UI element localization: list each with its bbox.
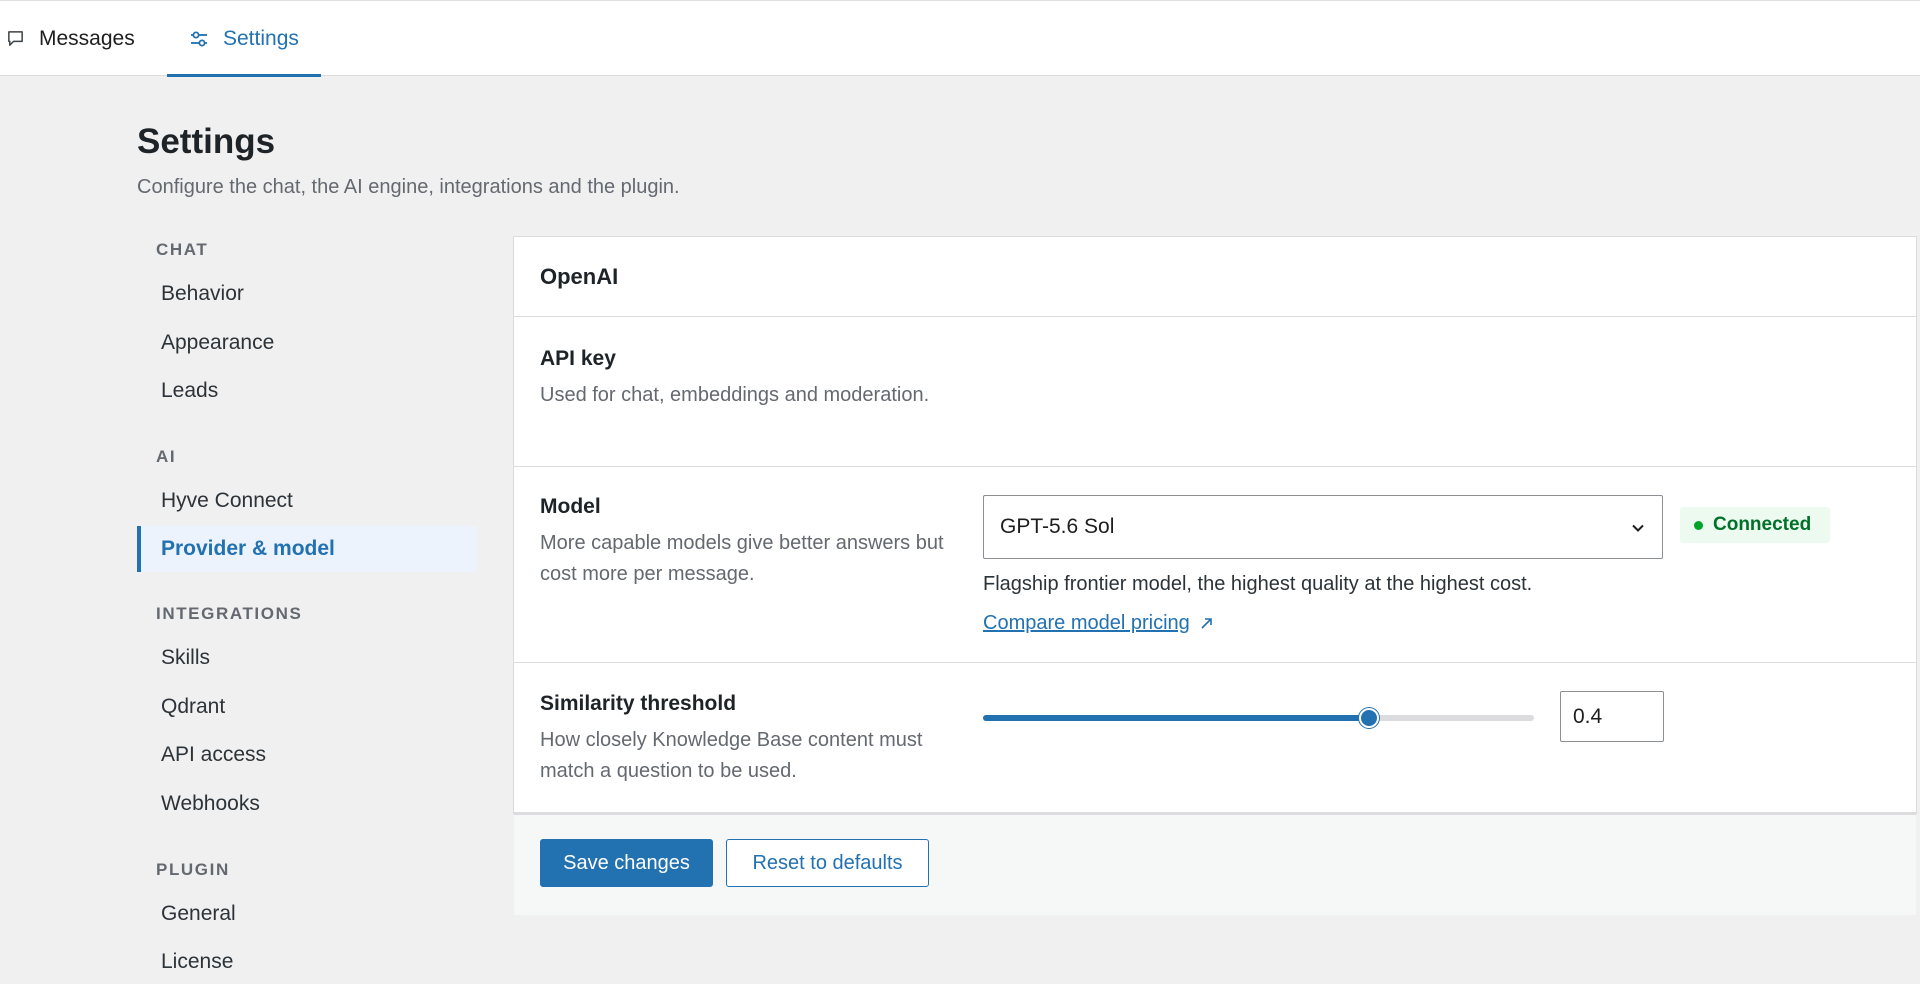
message-icon: [6, 29, 25, 48]
save-changes-button[interactable]: Save changes: [540, 839, 713, 887]
nav-item-general[interactable]: General: [137, 891, 477, 937]
nav-item-license[interactable]: License: [137, 939, 477, 984]
external-link-icon: [1200, 617, 1213, 630]
nav-group-chat: CHAT: [156, 240, 209, 259]
card-footer: Save changes Reset to defaults: [514, 814, 1916, 915]
nav-item-behavior[interactable]: Behavior: [137, 271, 477, 317]
similarity-help: How closely Knowledge Base content must …: [540, 729, 923, 782]
nav-item-webhooks[interactable]: Webhooks: [137, 781, 477, 827]
nav-group-integrations: INTEGRATIONS: [156, 604, 303, 623]
model-description: Flagship frontier model, the highest qua…: [983, 573, 1533, 595]
compare-pricing-link[interactable]: Compare model pricing: [983, 612, 1213, 635]
tab-messages-label: Messages: [39, 26, 135, 50]
similarity-row: Similarity threshold How closely Knowled…: [514, 663, 1916, 813]
nav-item-api-access[interactable]: API access: [137, 732, 477, 778]
status-dot-icon: [1694, 520, 1703, 530]
nav-item-hyve-connect[interactable]: Hyve Connect: [137, 478, 477, 524]
similarity-value-input[interactable]: 0.4: [1560, 691, 1664, 742]
page-description: Configure the chat, the AI engine, integ…: [137, 176, 680, 198]
nav-item-qdrant[interactable]: Qdrant: [137, 684, 477, 730]
api-key-help: Used for chat, embeddings and moderation…: [540, 384, 930, 406]
nav-item-skills[interactable]: Skills: [137, 635, 477, 681]
similarity-value: 0.4: [1573, 704, 1603, 728]
tab-settings-label: Settings: [223, 26, 299, 50]
sliders-icon: [189, 30, 209, 48]
card-title: OpenAI: [514, 237, 1916, 317]
model-label: Model: [540, 495, 601, 518]
nav-item-leads[interactable]: Leads: [137, 368, 477, 414]
similarity-slider[interactable]: [983, 708, 1534, 728]
nav-item-provider-model[interactable]: Provider & model: [137, 526, 477, 572]
chevron-down-icon: [1630, 515, 1646, 539]
model-select[interactable]: GPT-5.6 Sol: [983, 495, 1663, 559]
model-select-value: GPT-5.6 Sol: [1000, 515, 1115, 538]
nav-item-appearance[interactable]: Appearance: [137, 320, 477, 366]
similarity-label: Similarity threshold: [540, 692, 737, 715]
nav-group-plugin: PLUGIN: [156, 860, 230, 879]
nav-group-ai: AI: [156, 447, 177, 466]
page-title: Settings: [137, 122, 276, 161]
api-key-label: API key: [540, 347, 616, 370]
compare-pricing-label: Compare model pricing: [983, 612, 1190, 634]
similarity-slider-fill: [983, 715, 1369, 721]
connection-status-label: Connected: [1713, 514, 1812, 535]
openai-settings-card: OpenAI API key Used for chat, embeddings…: [513, 236, 1917, 915]
model-help: More capable models give better answers …: [540, 532, 944, 585]
connection-status-badge: Connected: [1680, 507, 1830, 543]
top-tab-bar: Messages Settings: [0, 0, 1920, 77]
tab-messages[interactable]: Messages: [6, 1, 135, 76]
similarity-slider-thumb[interactable]: [1358, 708, 1379, 728]
api-key-row: API key Used for chat, embeddings and mo…: [514, 317, 1916, 467]
reset-defaults-button[interactable]: Reset to defaults: [726, 839, 929, 887]
tab-settings[interactable]: Settings: [167, 1, 321, 77]
